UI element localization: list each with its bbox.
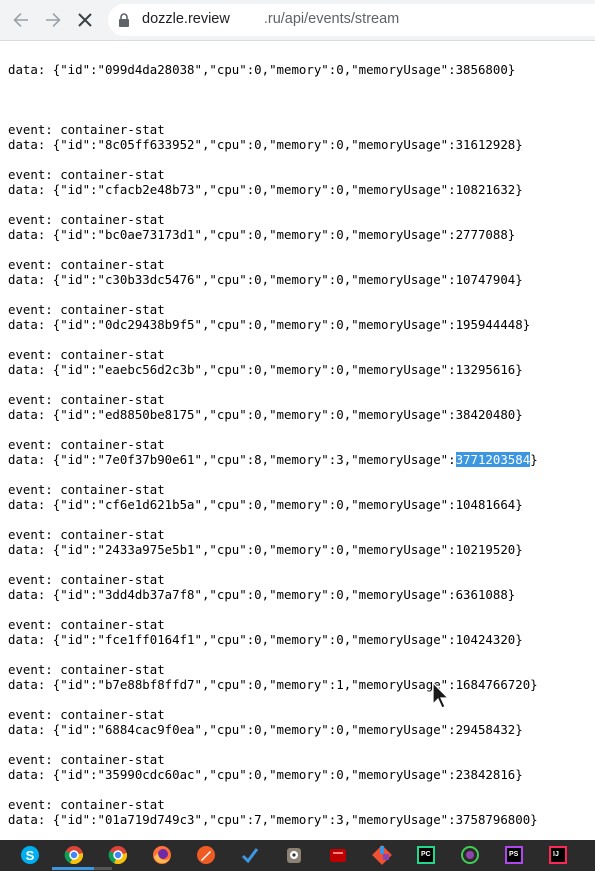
stream-entry: event: container-stat data: {"id":"b7e88b… bbox=[8, 662, 538, 692]
browser-toolbar: dozzle.review .ru/api/events/stream bbox=[0, 0, 595, 41]
url-path: .ru/api/events/stream bbox=[263, 11, 400, 27]
url-host: dozzle.review bbox=[142, 11, 230, 27]
taskbar-indicator bbox=[94, 867, 112, 870]
data-line: data: {"id":"3dd4db37a7f8","cpu":0,"memo… bbox=[8, 587, 516, 602]
selected-text[interactable]: 3771203584 bbox=[455, 452, 531, 467]
data-line: data: {"id":"ed8850be8175","cpu":0,"memo… bbox=[8, 407, 523, 422]
stream-entry: event: container-stat data: {"id":"6884ca… bbox=[8, 707, 538, 737]
chrome-icon[interactable] bbox=[63, 844, 85, 866]
arrow-right-icon bbox=[46, 13, 61, 27]
filezilla-icon[interactable] bbox=[327, 844, 349, 866]
stop-button[interactable] bbox=[73, 8, 97, 32]
data-line: data: {"id":"b7e88bf8ffd7","cpu":0,"memo… bbox=[8, 677, 538, 692]
data-line: data: {"id":"35990cdc60ac","cpu":0,"memo… bbox=[8, 767, 523, 782]
stream-entry: event: container-stat data: {"id":"fce1ff… bbox=[8, 617, 538, 647]
stream-entry: event: container-stat data: {"id":"cfacb2… bbox=[8, 167, 538, 197]
data-line: data: {"id":"8c05ff633952","cpu":0,"memo… bbox=[8, 137, 523, 152]
stream-entry: event: container-stat data: {"id":"c30b33… bbox=[8, 257, 538, 287]
event-line: event: container-stat bbox=[8, 572, 165, 587]
stream-entry: event: container-stat data: {"id":"eaebc5… bbox=[8, 347, 538, 377]
phpstorm-icon[interactable]: PS bbox=[503, 844, 525, 866]
data-line: data: {"id":"fce1ff0164f1","cpu":0,"memo… bbox=[8, 632, 523, 647]
event-line: event: container-stat bbox=[8, 257, 165, 272]
event-line: event: container-stat bbox=[8, 797, 165, 812]
event-line: event: container-stat bbox=[8, 707, 165, 722]
address-bar[interactable]: dozzle.review .ru/api/events/stream bbox=[108, 4, 595, 36]
stream-entry: event: container-stat data: {"id":"bc0ae7… bbox=[8, 212, 538, 242]
data-line: data: {"id":"bc0ae73173d1","cpu":0,"memo… bbox=[8, 227, 516, 242]
gimp-icon[interactable] bbox=[283, 844, 305, 866]
data-line: data: {"id":"cfacb2e48b73","cpu":0,"memo… bbox=[8, 182, 523, 197]
event-line: event: container-stat bbox=[8, 212, 165, 227]
stream-entry: event: container-stat data: {"id":"2433a9… bbox=[8, 527, 538, 557]
event-line: event: container-stat bbox=[8, 482, 165, 497]
intellij-icon[interactable]: IJ bbox=[547, 844, 569, 866]
event-line: event: container-stat bbox=[8, 122, 165, 137]
pycharm-icon[interactable]: PC bbox=[415, 844, 437, 866]
lock-icon bbox=[119, 13, 129, 27]
address-url: dozzle.review .ru/api/events/stream bbox=[142, 11, 399, 27]
event-line: event: container-stat bbox=[8, 617, 165, 632]
event-line: event: container-stat bbox=[8, 752, 165, 767]
svg-text:PS: PS bbox=[509, 851, 519, 858]
stream-entry: event: container-stat data: {"id":"cf6e1d… bbox=[8, 482, 538, 512]
firefox-icon[interactable] bbox=[151, 844, 173, 866]
stream-entry: event: container-stat data: {"id":"7e0f37… bbox=[8, 437, 538, 467]
stream-entry: event: container-stat data: {"id":"35990c… bbox=[8, 752, 538, 782]
forward-button[interactable] bbox=[41, 8, 65, 32]
stream-entry: event: container-stat data: {"id":"01a719… bbox=[8, 797, 538, 827]
mouse-cursor-icon bbox=[432, 682, 450, 709]
taskbar-active-indicator bbox=[52, 867, 94, 870]
stream-entry: event: container-stat data: {"id":"3dd4db… bbox=[8, 572, 538, 602]
steam-icon[interactable] bbox=[239, 844, 261, 866]
taskbar: S PC PS IJ bbox=[0, 840, 595, 871]
stream-line-partial: data: {"id":"099d4da28038","cpu":0,"memo… bbox=[8, 62, 516, 77]
data-line: data: {"id":"6884cac9f0ea","cpu":0,"memo… bbox=[8, 722, 523, 737]
close-icon bbox=[78, 13, 92, 27]
svg-text:IJ: IJ bbox=[553, 851, 559, 858]
event-line: event: container-stat bbox=[8, 392, 165, 407]
data-line: data: {"id":"cf6e1d621b5a","cpu":0,"memo… bbox=[8, 497, 523, 512]
svg-text:S: S bbox=[26, 848, 35, 863]
arrow-left-icon bbox=[13, 13, 28, 27]
event-line: event: container-stat bbox=[8, 302, 165, 317]
qtcreator-icon[interactable] bbox=[459, 844, 481, 866]
git-icon[interactable] bbox=[371, 844, 393, 866]
stream-entry: event: container-stat data: {"id":"ed8850… bbox=[8, 392, 538, 422]
back-button[interactable] bbox=[9, 8, 33, 32]
postman-icon[interactable] bbox=[195, 844, 217, 866]
page-content: data: {"id":"099d4da28038","cpu":0,"memo… bbox=[0, 41, 595, 840]
data-line: data: {"id":"7e0f37b90e61","cpu":8,"memo… bbox=[8, 452, 538, 467]
svg-text:PC: PC bbox=[421, 851, 431, 858]
url-redacted-part bbox=[229, 12, 264, 27]
event-stream: data: {"id":"099d4da28038","cpu":0,"memo… bbox=[8, 41, 538, 840]
data-line: data: {"id":"2433a975e5b1","cpu":0,"memo… bbox=[8, 542, 523, 557]
event-line: event: container-stat bbox=[8, 527, 165, 542]
stream-entry: event: container-stat data: {"id":"8c05ff… bbox=[8, 122, 538, 152]
stream-entry: event: container-stat data: {"id":"0dc294… bbox=[8, 302, 538, 332]
data-line-suffix: } bbox=[530, 452, 538, 467]
data-line: data: {"id":"c30b33dc5476","cpu":0,"memo… bbox=[8, 272, 523, 287]
event-line: event: container-stat bbox=[8, 347, 165, 362]
event-line: event: container-stat bbox=[8, 662, 165, 677]
skype-icon[interactable]: S bbox=[19, 844, 41, 866]
data-line: data: {"id":"01a719d749c3","cpu":7,"memo… bbox=[8, 812, 538, 827]
data-line-prefix: data: {"id":"7e0f37b90e61","cpu":8,"memo… bbox=[8, 452, 456, 467]
event-line: event: container-stat bbox=[8, 167, 165, 182]
data-line: data: {"id":"0dc29438b9f5","cpu":0,"memo… bbox=[8, 317, 531, 332]
data-line: data: {"id":"eaebc56d2c3b","cpu":0,"memo… bbox=[8, 362, 523, 377]
event-line: event: container-stat bbox=[8, 437, 165, 452]
chrome-icon[interactable] bbox=[107, 844, 129, 866]
